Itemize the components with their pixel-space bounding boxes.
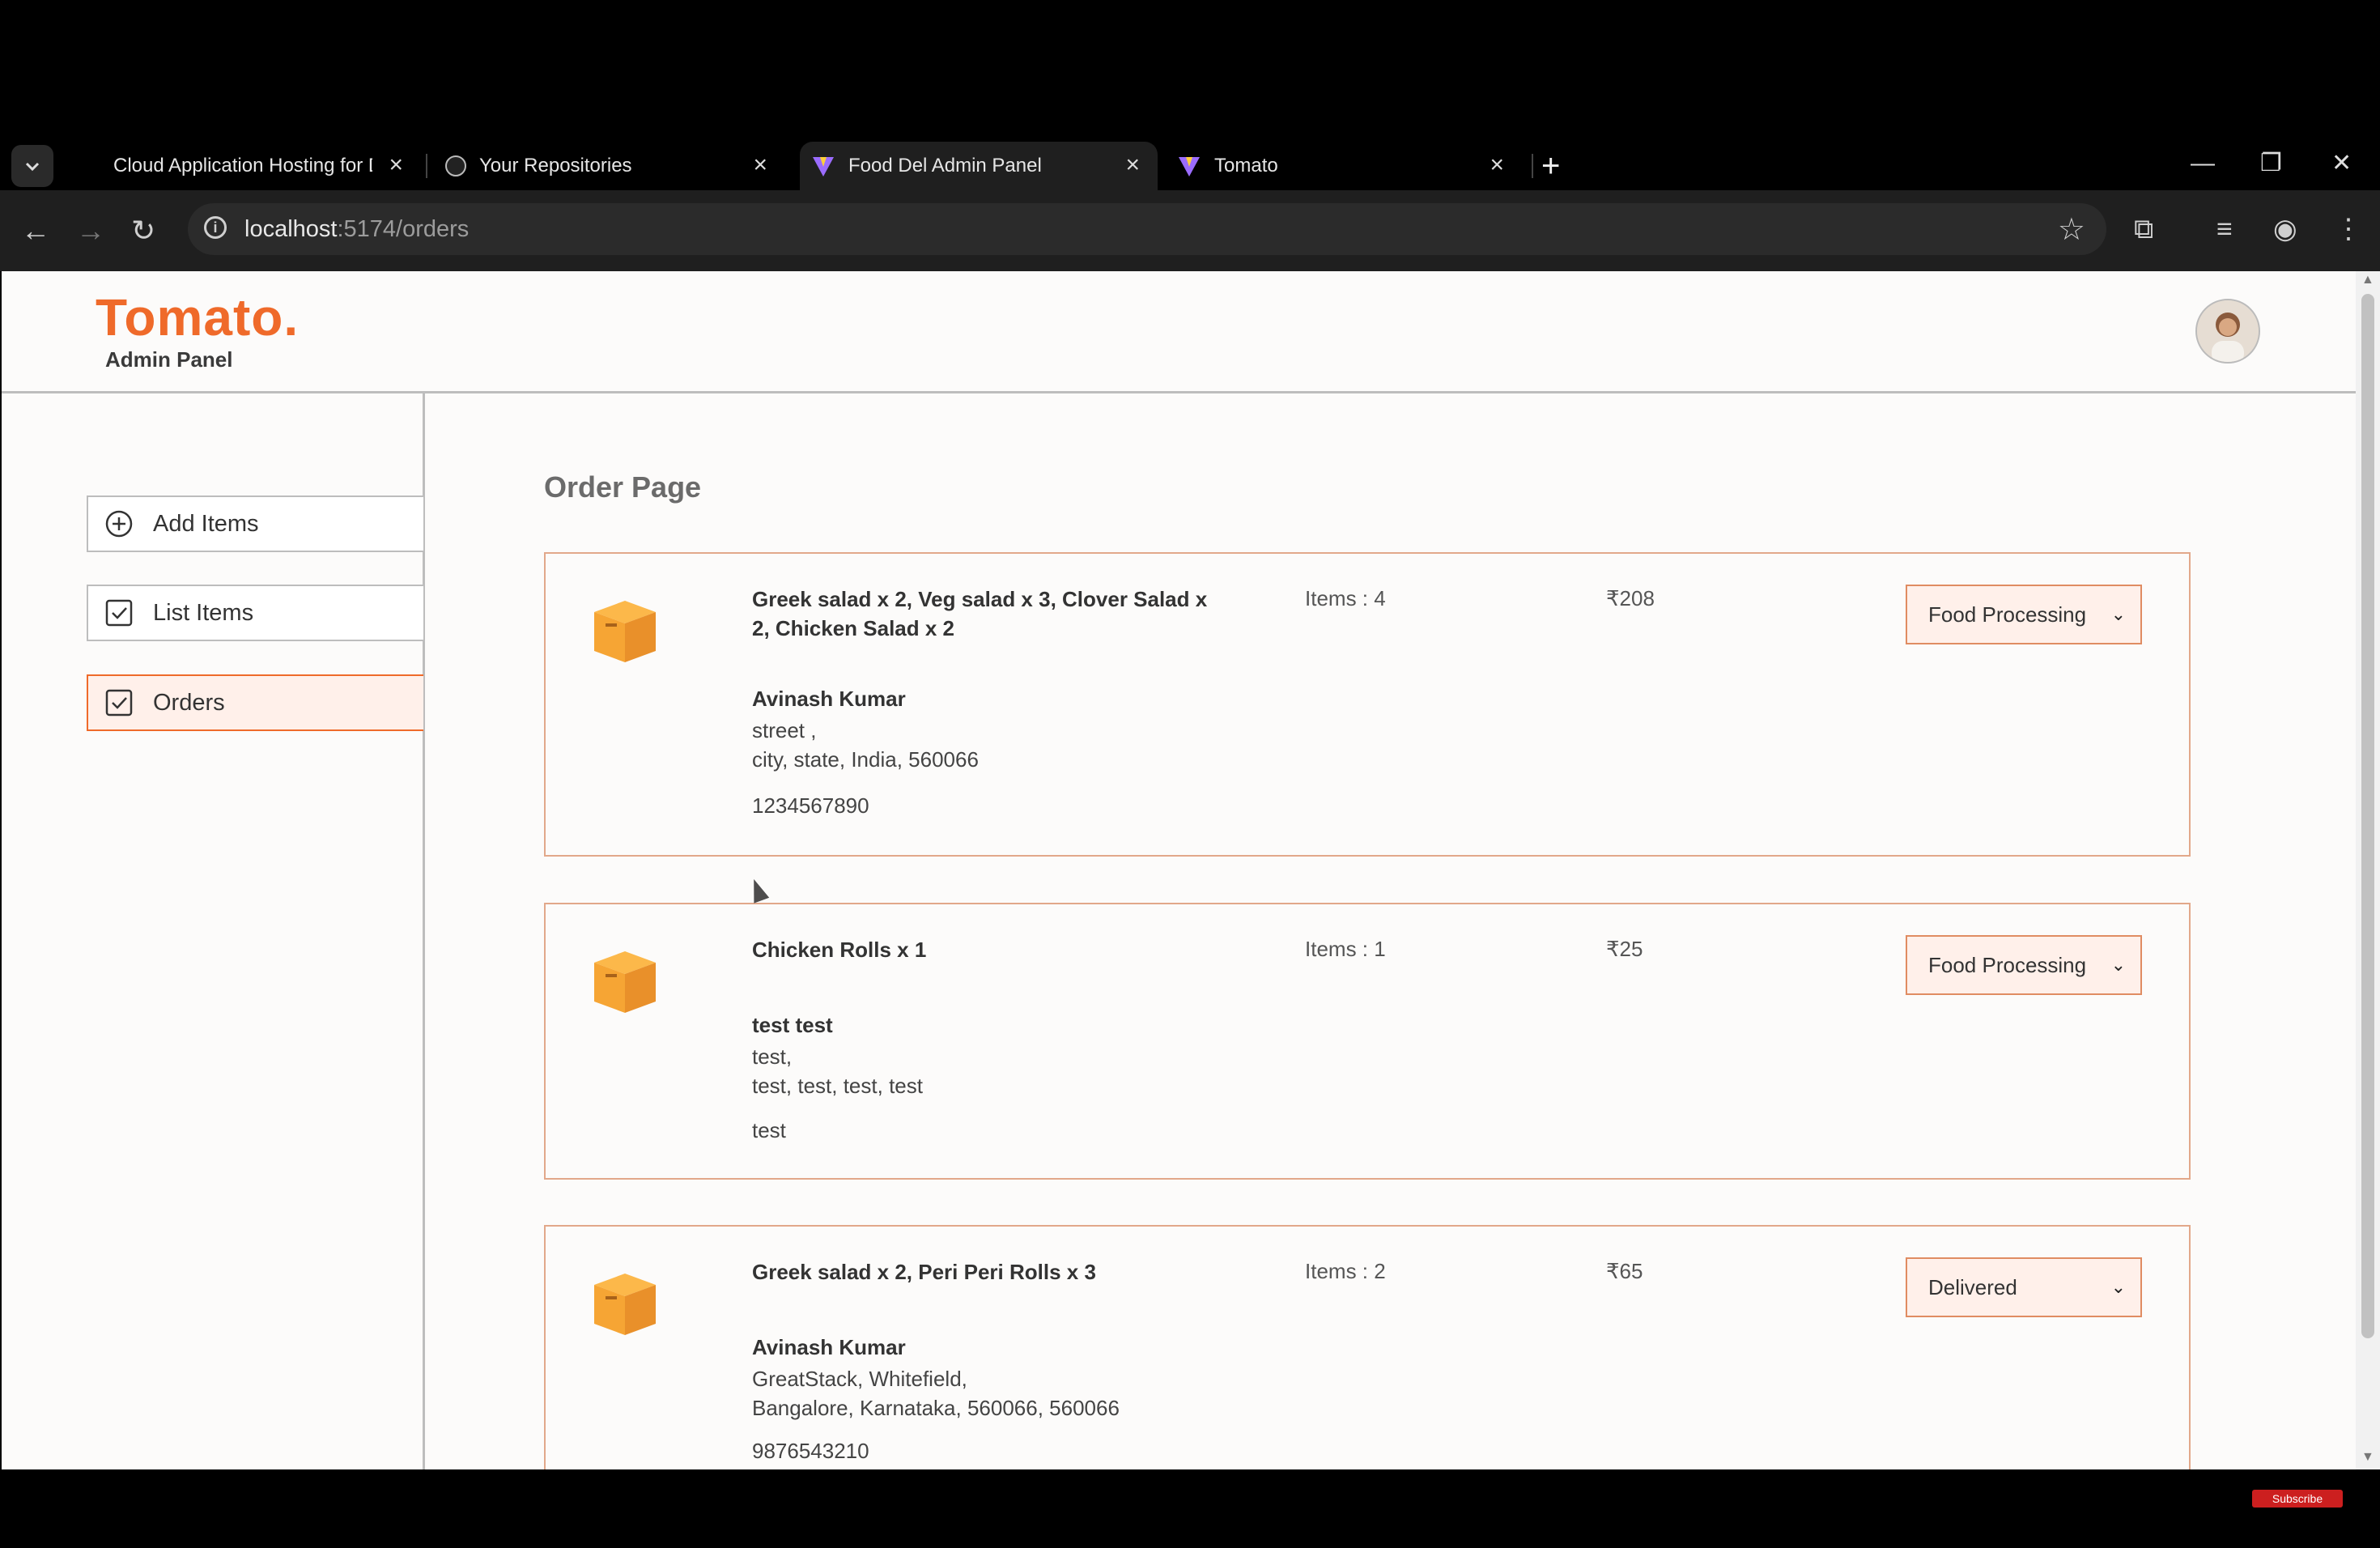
page-title: Order Page bbox=[544, 470, 702, 504]
order-card: Chicken Rolls x 1 test test test, test, … bbox=[544, 903, 2191, 1180]
tab-title: Food Del Admin Panel bbox=[848, 155, 1042, 176]
tab-divider bbox=[1532, 154, 1533, 178]
vite-icon bbox=[813, 157, 834, 176]
sidebar: Add Items List Items Orders bbox=[2, 393, 425, 1469]
order-items-text: Chicken Rolls x 1 bbox=[752, 938, 927, 962]
vite-icon bbox=[1179, 157, 1200, 176]
admin-header: Tomato. Admin Panel bbox=[2, 271, 2356, 393]
tab-title: Your Repositories bbox=[479, 155, 632, 176]
tab-close-icon[interactable]: × bbox=[1125, 153, 1140, 177]
customer-name: test test bbox=[752, 1013, 833, 1037]
url-text: localhost:5174/orders bbox=[244, 216, 469, 243]
page-content: Tomato. Admin Panel Add Items List Items bbox=[2, 271, 2356, 1469]
plus-circle-icon bbox=[104, 509, 134, 538]
tab-tomato[interactable]: Tomato × bbox=[1166, 142, 1522, 190]
new-tab-icon[interactable]: + bbox=[1541, 150, 1560, 182]
order-card: Greek salad x 2, Veg salad x 3, Clover S… bbox=[544, 552, 2191, 857]
chevron-down-icon bbox=[25, 162, 40, 172]
order-items-text: Greek salad x 2, Veg salad x 3, Clover S… bbox=[752, 587, 1208, 640]
sidebar-item-list-items[interactable]: List Items bbox=[87, 585, 423, 641]
sidebar-item-label: List Items bbox=[153, 599, 254, 626]
sidebar-item-label: Add Items bbox=[153, 510, 259, 537]
tab-search-button[interactable] bbox=[11, 145, 53, 187]
address-city: Bangalore, Karnataka, 560066, 560066 bbox=[752, 1396, 1120, 1420]
avatar-image bbox=[2197, 300, 2259, 362]
customer-phone: test bbox=[752, 1118, 786, 1142]
address-street: test, bbox=[752, 1044, 793, 1069]
order-item-count: Items : 4 bbox=[1305, 586, 1386, 610]
chevron-down-icon: ⌄ bbox=[2110, 1277, 2126, 1297]
order-amount: ₹208 bbox=[1606, 586, 1655, 610]
parcel-box-icon bbox=[594, 1274, 656, 1335]
tab-divider bbox=[426, 154, 427, 178]
address-street: street , bbox=[752, 718, 817, 742]
address-street: GreatStack, Whitefield, bbox=[752, 1367, 967, 1391]
order-card: Greek salad x 2, Peri Peri Rolls x 3 Avi… bbox=[544, 1225, 2191, 1469]
url-host: localhost bbox=[244, 216, 338, 242]
back-icon[interactable]: ← bbox=[21, 216, 50, 245]
parcel-box-icon bbox=[594, 951, 656, 1013]
browser-toolbar: ← → ↻ i localhost:5174/orders ☆ ⧉ ≡ ◉ ⋮ bbox=[0, 190, 2380, 271]
github-icon bbox=[445, 155, 466, 176]
forward-icon[interactable]: → bbox=[76, 216, 105, 245]
bookmark-star-icon[interactable]: ☆ bbox=[2058, 211, 2085, 248]
chevron-down-icon: ⌄ bbox=[2110, 955, 2126, 975]
status-value: Food Processing bbox=[1928, 602, 2087, 627]
extensions-icon[interactable]: ⧉ bbox=[2134, 215, 2153, 244]
subscribe-label: Subscribe bbox=[2272, 1492, 2323, 1505]
profile-avatar[interactable] bbox=[2195, 299, 2260, 364]
order-amount: ₹65 bbox=[1606, 1259, 1643, 1283]
tab-close-icon[interactable]: × bbox=[1490, 153, 1504, 177]
status-value: Delivered bbox=[1928, 1274, 2017, 1299]
sidebar-item-label: Orders bbox=[153, 689, 225, 716]
customer-phone: 9876543210 bbox=[752, 1439, 869, 1463]
tab-close-icon[interactable]: × bbox=[753, 153, 767, 177]
logo[interactable]: Tomato. bbox=[96, 287, 299, 347]
scroll-down-icon[interactable]: ▼ bbox=[2361, 1450, 2374, 1465]
status-value: Food Processing bbox=[1928, 952, 2087, 977]
tab-title: Tomato bbox=[1214, 155, 1278, 176]
checkbox-icon bbox=[104, 688, 134, 717]
media-control-icon[interactable]: ≡ bbox=[2216, 215, 2233, 244]
customer-phone: 1234567890 bbox=[752, 793, 869, 818]
address-bar[interactable]: i localhost:5174/orders ☆ bbox=[188, 203, 2106, 255]
close-window-icon[interactable]: ✕ bbox=[2331, 147, 2352, 180]
logo-subtitle: Admin Panel bbox=[105, 347, 233, 372]
customer-name: Avinash Kumar bbox=[752, 1335, 906, 1359]
sidebar-item-add-items[interactable]: Add Items bbox=[87, 495, 423, 552]
address-city: city, state, India, 560066 bbox=[752, 747, 979, 772]
page-scrollbar[interactable]: ▲ ▼ bbox=[2356, 271, 2380, 1469]
tab-strip: Cloud Application Hosting for D × Your R… bbox=[0, 142, 2380, 190]
minimize-icon[interactable]: — bbox=[2191, 147, 2215, 180]
subscribe-badge: Subscribe bbox=[2252, 1490, 2343, 1508]
reload-icon[interactable]: ↻ bbox=[131, 216, 155, 245]
order-item-count: Items : 2 bbox=[1305, 1259, 1386, 1283]
order-status-select[interactable]: Delivered ⌄ bbox=[1906, 1257, 2142, 1317]
order-status-select[interactable]: Food Processing ⌄ bbox=[1906, 585, 2142, 644]
mouse-cursor-icon bbox=[746, 876, 770, 904]
order-status-select[interactable]: Food Processing ⌄ bbox=[1906, 935, 2142, 995]
tab-title: Cloud Application Hosting for D bbox=[113, 155, 372, 176]
tab-repositories[interactable]: Your Repositories × bbox=[437, 142, 785, 190]
chevron-down-icon: ⌄ bbox=[2110, 604, 2126, 624]
order-items-text: Greek salad x 2, Peri Peri Rolls x 3 bbox=[752, 1260, 1096, 1284]
checkbox-icon bbox=[104, 598, 134, 627]
tab-close-icon[interactable]: × bbox=[389, 153, 403, 177]
address-city: test, test, test, test bbox=[752, 1074, 923, 1098]
tab-food-del-admin[interactable]: Food Del Admin Panel × bbox=[800, 142, 1158, 190]
menu-kebab-icon[interactable]: ⋮ bbox=[2335, 215, 2362, 244]
url-path: :5174/orders bbox=[337, 216, 470, 242]
parcel-box-icon bbox=[594, 601, 656, 662]
sidebar-item-orders[interactable]: Orders bbox=[87, 674, 423, 731]
order-item-count: Items : 1 bbox=[1305, 937, 1386, 961]
order-amount: ₹25 bbox=[1606, 937, 1643, 961]
customer-name: Avinash Kumar bbox=[752, 687, 906, 711]
restore-icon[interactable]: ❐ bbox=[2260, 147, 2282, 180]
scroll-up-icon[interactable]: ▲ bbox=[2361, 273, 2374, 287]
site-info-icon[interactable]: i bbox=[204, 216, 227, 239]
tab-cloud-hosting[interactable]: Cloud Application Hosting for D × bbox=[81, 142, 421, 190]
scroll-thumb[interactable] bbox=[2361, 294, 2374, 1338]
profile-icon[interactable]: ◉ bbox=[2273, 215, 2297, 244]
